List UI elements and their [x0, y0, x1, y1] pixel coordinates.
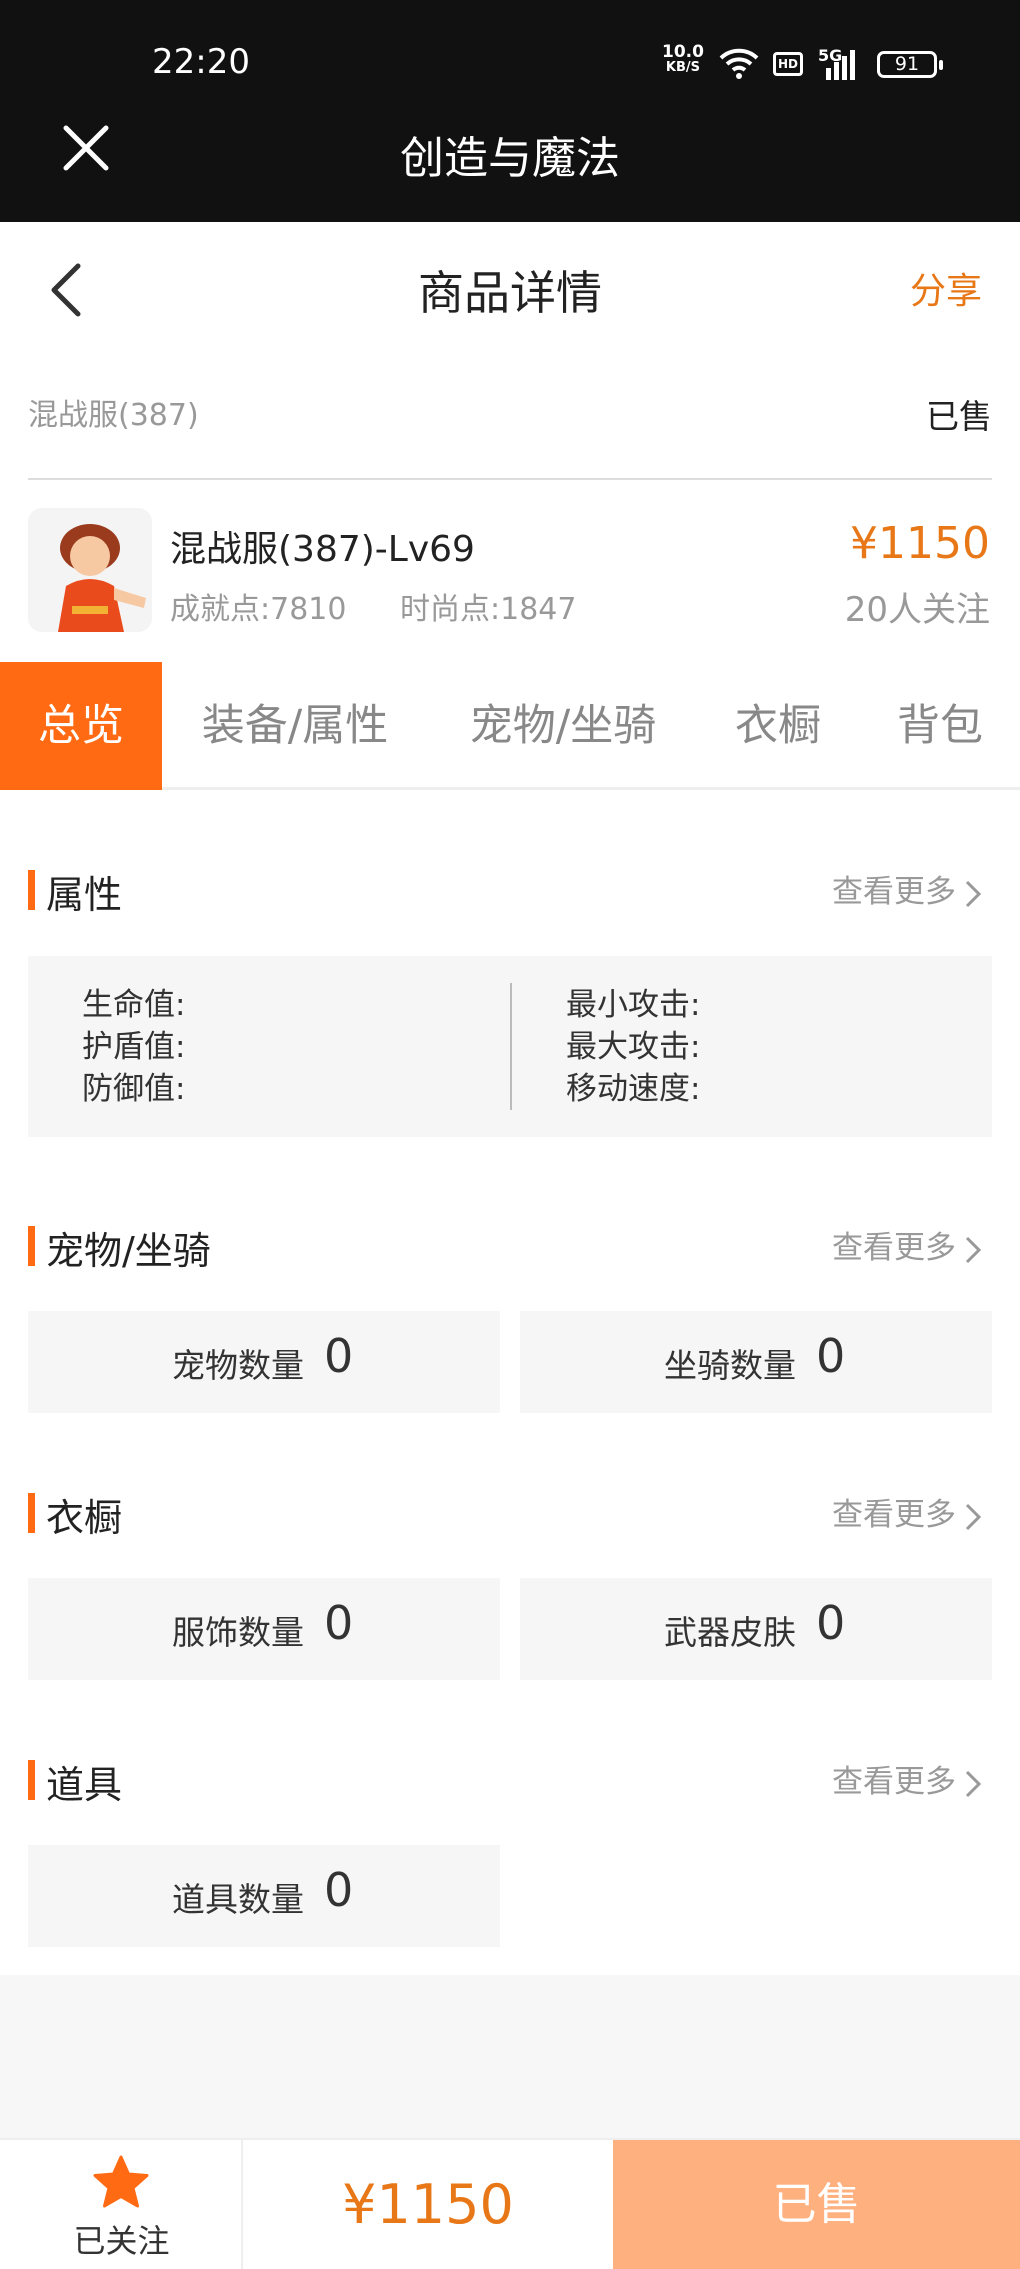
section-title-wardrobe: 衣橱 — [28, 1487, 122, 1542]
outfit-count-card: 服饰数量 0 — [28, 1578, 500, 1680]
view-more-label: 查看更多 — [832, 1764, 956, 1800]
divider — [510, 983, 512, 1110]
follow-button[interactable]: 已关注 — [0, 2140, 243, 2269]
weapon-skin-count-card: 武器皮肤 0 — [520, 1578, 992, 1680]
bottom-action-bar: 已关注 ¥1150 已售 — [0, 2138, 1020, 2269]
outfit-count-label: 服饰数量 — [172, 1613, 304, 1652]
section-title-pets-mounts: 宠物/坐骑 — [28, 1220, 211, 1275]
weapon-skin-count-value: 0 — [816, 1596, 846, 1650]
page-title: 商品详情 — [418, 266, 602, 320]
signal-icon — [826, 50, 855, 80]
weapon-skin-count-label: 武器皮肤 — [664, 1613, 796, 1652]
network-speed-unit: KB/S — [665, 60, 701, 75]
view-more-label: 查看更多 — [832, 874, 956, 910]
chevron-right-icon — [965, 1236, 982, 1263]
watcher-count: 20人关注 — [844, 590, 990, 630]
view-more-pets-mounts[interactable]: 查看更多 — [832, 1222, 982, 1267]
chevron-right-icon — [965, 1770, 982, 1797]
pet-count-label: 宠物数量 — [172, 1346, 304, 1385]
network-speed-value: 10.0 — [662, 42, 704, 62]
app-title: 创造与魔法 — [400, 133, 620, 184]
pet-count-value: 0 — [324, 1329, 354, 1383]
section-title-props: 道具 — [28, 1754, 122, 1809]
product-summary: 混战服(387)-Lv69 成就点:7810 时尚点:1847 ¥1150 20… — [0, 490, 1020, 640]
prop-count-value: 0 — [324, 1863, 354, 1917]
bottom-price: ¥1150 — [342, 2173, 514, 2236]
network-speed: 10.0 KB/S — [662, 44, 704, 75]
attr-max-attack: 最大攻击: — [566, 1029, 701, 1065]
attributes-right-column: 最小攻击: 最大攻击: 移动速度: — [566, 984, 700, 1110]
server-row: 混战服(387) 已售 — [28, 390, 992, 442]
pet-count-card: 宠物数量 0 — [28, 1311, 500, 1413]
nav-bar: 商品详情 分享 — [0, 222, 1020, 354]
mount-count-value: 0 — [816, 1329, 846, 1383]
tab-bar: 总览 装备/属性 宠物/坐骑 衣橱 背包 — [0, 662, 1020, 790]
attr-defense: 防御值: — [82, 1071, 186, 1107]
view-more-props[interactable]: 查看更多 — [832, 1756, 982, 1801]
tab-pets-mounts[interactable]: 宠物/坐骑 — [438, 662, 688, 790]
share-button[interactable]: 分享 — [910, 262, 982, 314]
view-more-wardrobe[interactable]: 查看更多 — [832, 1489, 982, 1534]
chevron-right-icon — [965, 880, 982, 907]
outfit-count-value: 0 — [324, 1596, 354, 1650]
star-icon — [93, 2155, 149, 2208]
achievement-points: 成就点:7810 — [170, 592, 347, 627]
status-bar: 22:20 10.0 KB/S HD 5G 91 创造与魔法 — [0, 0, 1020, 222]
view-more-attributes[interactable]: 查看更多 — [832, 866, 982, 911]
hd-icon: HD — [773, 52, 803, 76]
view-more-label: 查看更多 — [832, 1497, 956, 1533]
divider — [28, 478, 992, 480]
product-name: 混战服(387)-Lv69 — [170, 529, 475, 570]
battery-icon: 91 — [877, 51, 943, 78]
mount-count-card: 坐骑数量 0 — [520, 1311, 992, 1413]
attributes-panel: 生命值: 护盾值: 防御值: 最小攻击: 最大攻击: 移动速度: — [28, 956, 992, 1137]
tab-overview[interactable]: 总览 — [0, 662, 162, 790]
tab-equipment[interactable]: 装备/属性 — [170, 662, 420, 790]
clock: 22:20 — [152, 42, 250, 82]
server-name: 混战服(387) — [28, 398, 199, 433]
attr-hp: 生命值: — [82, 987, 186, 1023]
prop-count-card: 道具数量 0 — [28, 1845, 500, 1947]
prop-count-label: 道具数量 — [172, 1880, 304, 1919]
mount-count-label: 坐骑数量 — [664, 1346, 796, 1385]
section-title-attributes: 属性 — [28, 864, 122, 919]
follow-label: 已关注 — [73, 2222, 170, 2260]
fashion-points: 时尚点:1847 — [400, 592, 577, 627]
view-more-label: 查看更多 — [832, 1230, 956, 1266]
attr-move-speed: 移动速度: — [566, 1071, 701, 1107]
tab-backpack[interactable]: 背包 — [870, 662, 1010, 790]
attr-shield: 护盾值: — [82, 1029, 186, 1065]
wifi-icon — [719, 48, 759, 79]
product-price: ¥1150 — [850, 518, 990, 569]
attr-min-attack: 最小攻击: — [566, 987, 701, 1023]
character-avatar — [28, 508, 152, 632]
attributes-left-column: 生命值: 护盾值: 防御值: — [82, 984, 185, 1110]
sale-status: 已售 — [926, 397, 992, 436]
content-footer-space — [0, 1975, 1020, 2138]
chevron-right-icon — [965, 1503, 982, 1530]
tab-wardrobe[interactable]: 衣橱 — [708, 662, 848, 790]
sold-button[interactable]: 已售 — [613, 2140, 1020, 2269]
